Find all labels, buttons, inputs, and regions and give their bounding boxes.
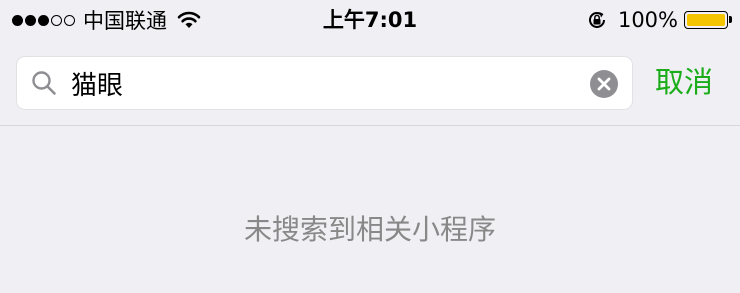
battery-percent: 100% — [617, 8, 678, 32]
clear-icon — [597, 77, 611, 91]
empty-results-message: 未搜索到相关小程序 — [243, 213, 496, 246]
clear-search-button[interactable] — [590, 70, 618, 98]
battery-level — [687, 14, 725, 26]
search-field[interactable] — [16, 56, 633, 110]
search-input[interactable] — [71, 63, 571, 103]
status-bar: 中国联通 上午7:01 100% — [0, 0, 740, 40]
cancel-button[interactable]: 取消 — [655, 62, 713, 102]
battery-icon — [684, 11, 732, 29]
search-results: 未搜索到相关小程序 — [0, 126, 740, 293]
rotation-lock-icon — [586, 9, 608, 31]
search-bar: 取消 — [0, 40, 740, 126]
search-icon — [31, 70, 57, 96]
status-right: 100% — [586, 6, 732, 34]
